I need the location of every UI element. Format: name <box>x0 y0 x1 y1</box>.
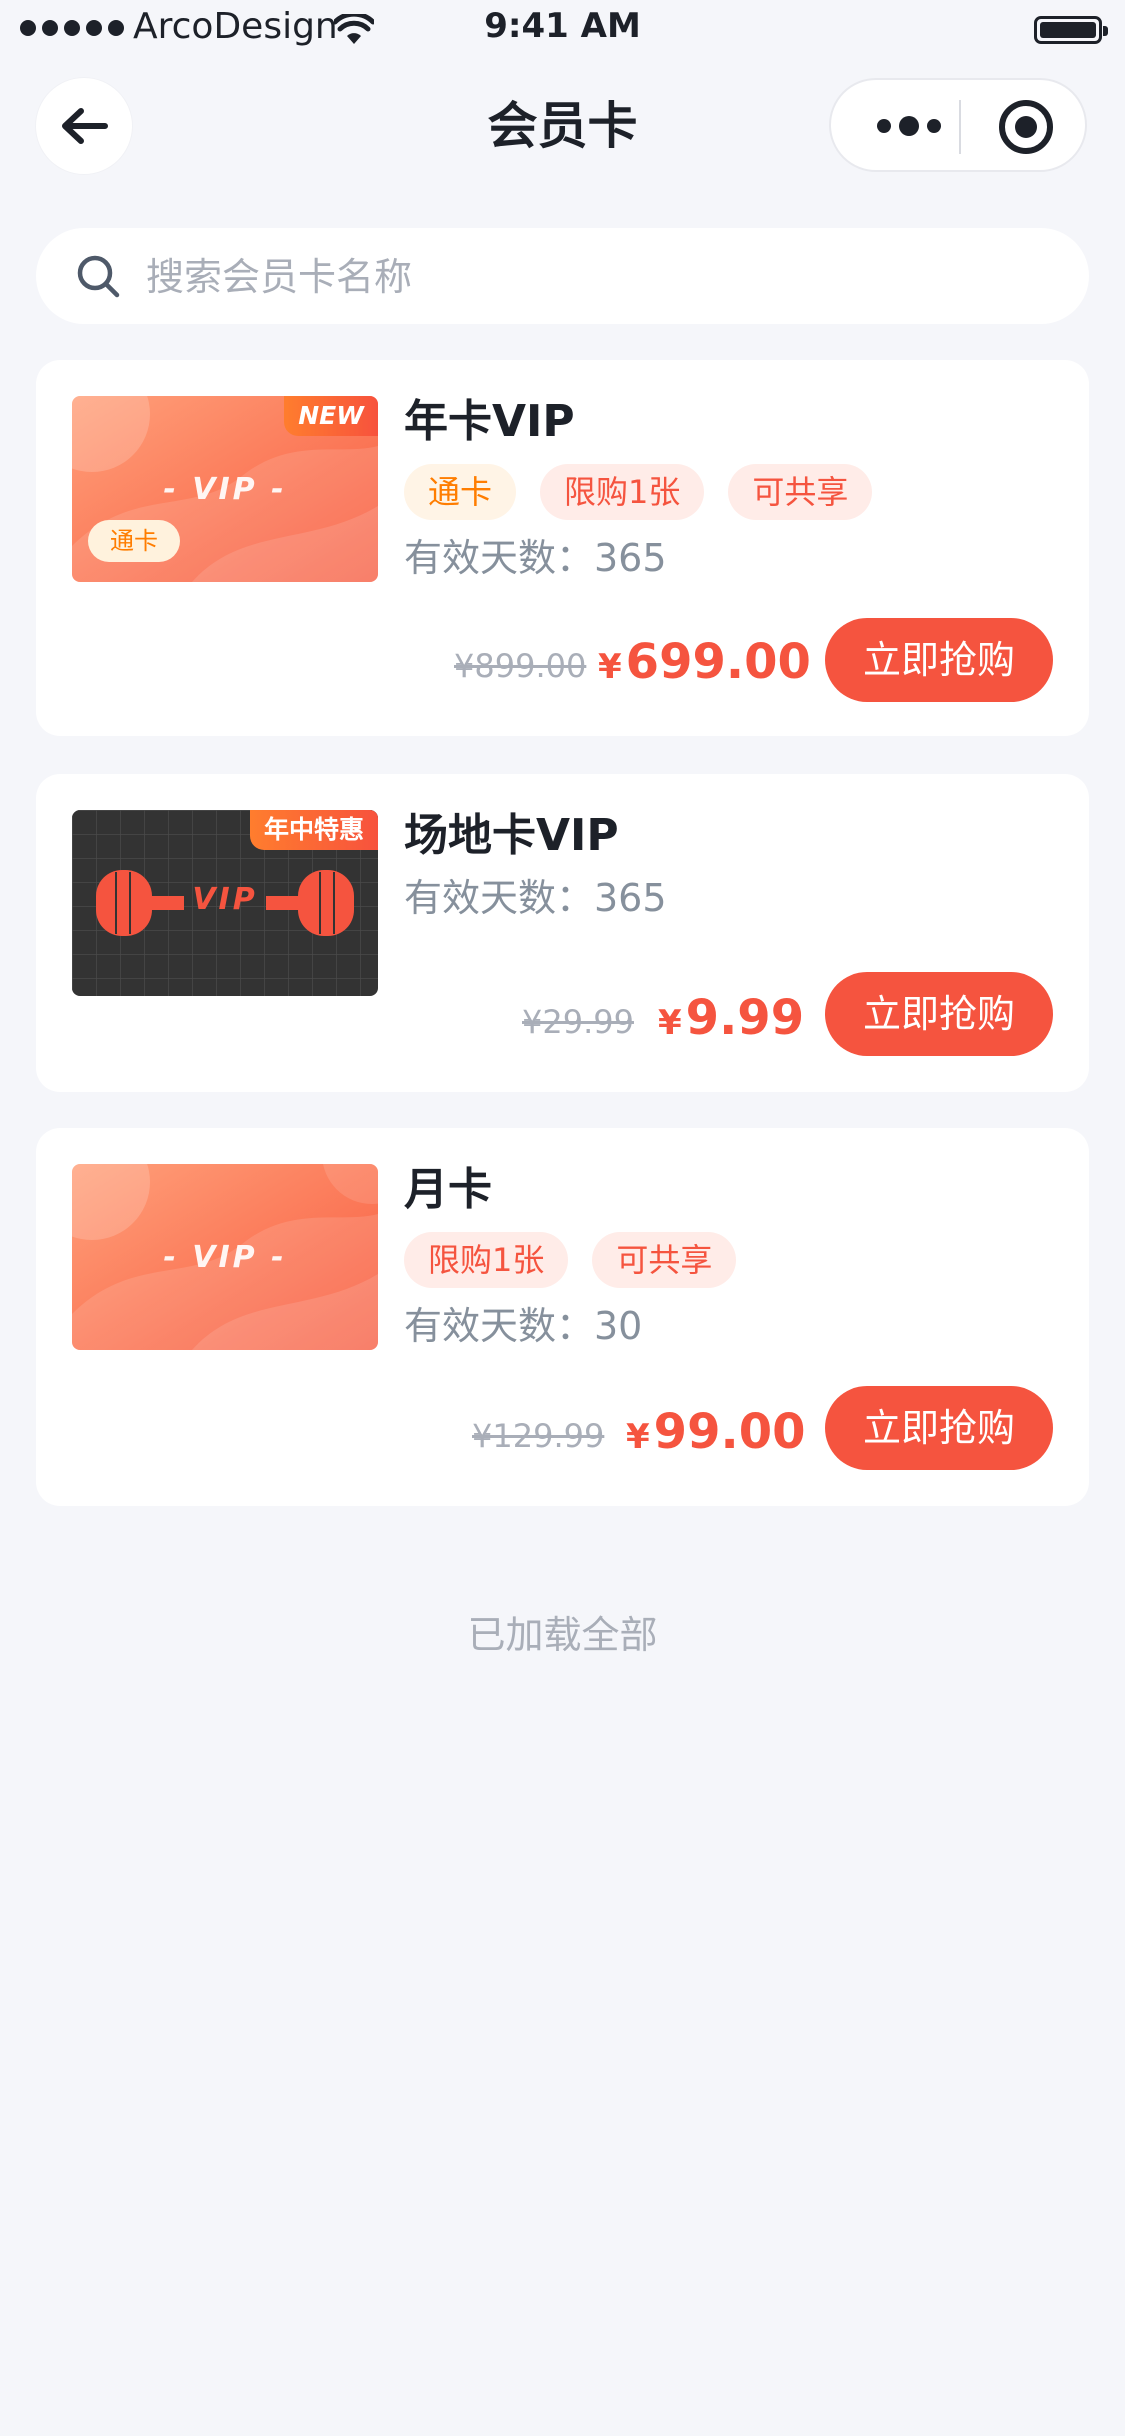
search-input[interactable] <box>144 228 1048 326</box>
load-complete-text: 已加载全部 <box>467 1613 658 1657</box>
valid-days: 有效天数：30 <box>404 1304 643 1348</box>
price-value: 99.00 <box>653 1404 806 1460</box>
valid-days: 有效天数：365 <box>404 876 667 920</box>
search-bar[interactable] <box>36 228 1089 326</box>
tag-limit: 限购1张 <box>404 1232 569 1288</box>
search-icon <box>77 255 120 298</box>
membership-card-monthly[interactable]: - VIP - 月卡 限购1张 可共享 有效天数：30 ¥129.99 ¥99.… <box>36 1128 1089 1506</box>
currency-symbol: ¥ <box>658 1003 682 1043</box>
vip-label: VIP <box>192 882 258 917</box>
membership-card-annual[interactable]: - VIP - NEW 通卡 年卡VIP 通卡 限购1张 可共享 有效天数：36… <box>36 360 1089 736</box>
card-thumbnail: - VIP - <box>72 1164 378 1350</box>
capsule-divider <box>959 100 961 154</box>
tag-shareable: 可共享 <box>592 1232 737 1288</box>
vip-label: - VIP - <box>163 472 287 507</box>
mini-program-capsule <box>829 78 1087 172</box>
price-value: 699.00 <box>625 634 811 690</box>
buy-now-button[interactable]: 立即抢购 <box>825 972 1053 1056</box>
tag-shareable: 可共享 <box>728 464 873 520</box>
new-ribbon: NEW <box>284 396 378 436</box>
tag-limit: 限购1张 <box>540 464 705 520</box>
vip-label: - VIP - <box>163 1240 287 1275</box>
current-price: ¥99.00 <box>626 1402 806 1473</box>
battery-icon <box>1034 16 1108 44</box>
current-price: ¥699.00 <box>598 632 811 703</box>
original-price: ¥129.99 <box>472 1417 605 1455</box>
card-title: 场地卡VIP <box>404 810 619 861</box>
status-bar: ArcoDesign 9:41 AM <box>0 0 1125 60</box>
card-thumbnail: - VIP - NEW 通卡 <box>72 396 378 582</box>
promo-ribbon: 年中特惠 <box>249 810 378 850</box>
current-price: ¥9.99 <box>658 988 804 1059</box>
card-title: 年卡VIP <box>404 396 575 447</box>
original-price: ¥29.99 <box>522 1003 634 1041</box>
currency-symbol: ¥ <box>598 647 622 687</box>
card-title: 月卡 <box>404 1164 492 1215</box>
buy-now-button[interactable]: 立即抢购 <box>825 1386 1053 1470</box>
close-target-icon[interactable] <box>999 100 1053 154</box>
valid-days: 有效天数：365 <box>404 536 667 580</box>
more-icon[interactable] <box>869 110 949 142</box>
status-time: 9:41 AM <box>484 6 641 46</box>
thumb-tag: 通卡 <box>88 520 180 562</box>
price-value: 9.99 <box>685 990 805 1046</box>
tag-general: 通卡 <box>404 464 517 520</box>
membership-card-venue[interactable]: VIP 年中特惠 场地卡VIP 有效天数：365 ¥29.99 ¥9.99 立即… <box>36 774 1089 1092</box>
tag-list: 限购1张 可共享 <box>404 1232 737 1288</box>
buy-now-button[interactable]: 立即抢购 <box>825 618 1053 702</box>
currency-symbol: ¥ <box>626 1417 650 1457</box>
original-price: ¥899.00 <box>454 647 587 685</box>
card-thumbnail: VIP 年中特惠 <box>72 810 378 996</box>
tag-list: 通卡 限购1张 可共享 <box>404 464 873 520</box>
